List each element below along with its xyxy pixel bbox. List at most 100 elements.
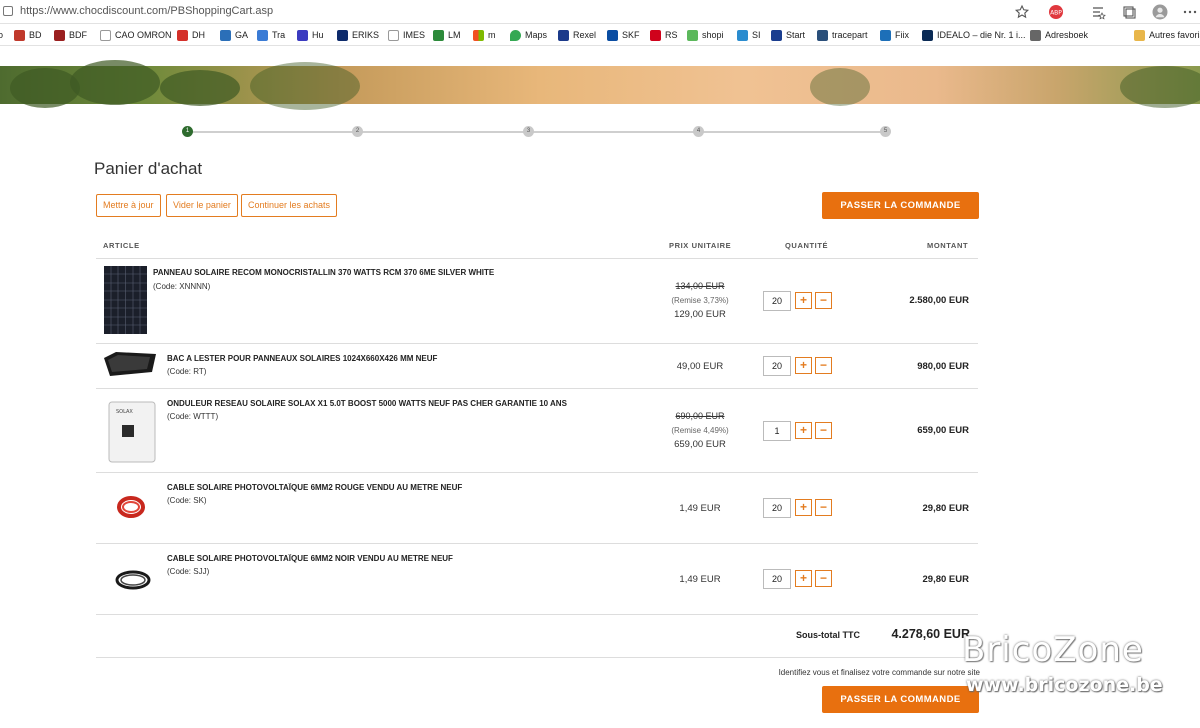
header-amount: MONTANT	[927, 241, 969, 250]
collections-icon[interactable]	[1121, 4, 1137, 20]
ballast-tray-image[interactable]	[102, 350, 158, 378]
black-cable-image[interactable]	[114, 568, 152, 592]
favorite-star-icon[interactable]	[1014, 4, 1030, 20]
bookmark-item[interactable]: LM	[433, 28, 461, 42]
decrease-quantity-button[interactable]: −	[815, 357, 832, 374]
discount-label: (Remise 3,73%)	[671, 296, 729, 305]
product-code: (Code: RT)	[167, 367, 207, 376]
page-icon	[388, 29, 399, 41]
bookmark-item[interactable]: Tra	[257, 28, 285, 42]
lock-icon	[3, 6, 13, 16]
bookmark-item[interactable]: BD	[14, 28, 42, 42]
quantity-input[interactable]: 20	[763, 498, 791, 518]
svg-text:SOLAX: SOLAX	[116, 409, 133, 415]
shopify-icon	[687, 29, 698, 41]
favicon-icon	[54, 29, 65, 41]
bookmark-item[interactable]: SI	[737, 28, 761, 42]
product-name[interactable]: PANNEAU SOLAIRE RECOM MONOCRISTALLIN 370…	[153, 268, 494, 277]
product-code: (Code: SK)	[167, 496, 207, 505]
bookmark-item[interactable]: DH	[177, 28, 205, 42]
decrease-quantity-button[interactable]: −	[815, 422, 832, 439]
favicon-icon	[880, 29, 891, 41]
decrease-quantity-button[interactable]: −	[815, 292, 832, 309]
more-menu-icon[interactable]	[1182, 4, 1198, 20]
watermark-logo: BricoZone	[962, 630, 1144, 670]
product-name[interactable]: CABLE SOLAIRE PHOTOVOLTAÏQUE 6MM2 NOIR V…	[167, 554, 453, 563]
bookmark-item[interactable]: SKF	[607, 28, 640, 42]
header-article: ARTICLE	[103, 241, 140, 250]
bookmark-item[interactable]: CAO OMRON	[100, 28, 172, 42]
line-amount: 2.580,00 EUR	[909, 295, 969, 306]
bookmark-item[interactable]: tracepart	[817, 28, 868, 42]
increase-quantity-button[interactable]: +	[795, 422, 812, 439]
bookmark-item[interactable]: m	[473, 28, 496, 42]
empty-cart-button[interactable]: Vider le panier	[166, 194, 238, 217]
other-favorites[interactable]: Autres favoris	[1134, 28, 1200, 42]
bookmark-item[interactable]: RS	[650, 28, 678, 42]
increase-quantity-button[interactable]: +	[795, 357, 812, 374]
update-cart-button[interactable]: Mettre à jour	[96, 194, 161, 217]
decrease-quantity-button[interactable]: −	[815, 499, 832, 516]
unit-price: 129,00 EUR	[674, 309, 726, 320]
product-name[interactable]: CABLE SOLAIRE PHOTOVOLTAÏQUE 6MM2 ROUGE …	[167, 483, 462, 492]
header-unit-price: PRIX UNITAIRE	[669, 241, 732, 250]
divider	[96, 543, 978, 544]
red-cable-image[interactable]	[116, 494, 146, 520]
quantity-input[interactable]: 20	[763, 569, 791, 589]
line-amount: 29,80 EUR	[922, 503, 969, 514]
favicon-icon	[177, 29, 188, 41]
bookmark-item[interactable]: Adresboek	[1030, 28, 1088, 42]
checkout-button[interactable]: PASSER LA COMMANDE	[822, 192, 979, 219]
adblock-icon[interactable]: ABP	[1048, 4, 1064, 20]
continue-shopping-button[interactable]: Continuer les achats	[241, 194, 338, 217]
bookmark-item[interactable]: Hu	[297, 28, 324, 42]
identify-notice: Identifiez vous et finalisez votre comma…	[778, 668, 980, 677]
favorites-icon[interactable]	[1090, 4, 1106, 20]
quantity-input[interactable]: 1	[763, 421, 791, 441]
product-code: (Code: WTTT)	[167, 412, 219, 421]
bookmark-item[interactable]: Rexel	[558, 28, 596, 42]
bookmark-item[interactable]: IMES	[388, 28, 425, 42]
svg-text:ABP: ABP	[1050, 10, 1062, 17]
old-price: 690,00 EUR	[675, 411, 725, 421]
favicon-icon	[220, 29, 231, 41]
bookmark-item[interactable]: GA	[220, 28, 248, 42]
inverter-image[interactable]: SOLAX	[108, 401, 156, 463]
old-price: 134,00 EUR	[675, 281, 725, 291]
bookmark-item[interactable]: Maps	[510, 28, 547, 42]
increase-quantity-button[interactable]: +	[795, 292, 812, 309]
solar-panel-image[interactable]	[104, 266, 147, 334]
increase-quantity-button[interactable]: +	[795, 499, 812, 516]
maps-pin-icon	[510, 29, 521, 41]
quantity-input[interactable]: 20	[763, 291, 791, 311]
checkout-progress-line	[187, 131, 887, 133]
page-icon	[100, 29, 111, 41]
quantity-input[interactable]: 20	[763, 356, 791, 376]
unit-price: 1,49 EUR	[679, 503, 721, 514]
bookmark-item[interactable]: shopi	[687, 28, 724, 42]
bookmark-item[interactable]: Start	[771, 28, 805, 42]
subtotal-value: 4.278,60 EUR	[891, 627, 970, 641]
divider	[96, 343, 978, 344]
address-bar[interactable]: https://www.chocdiscount.com/PBShoppingC…	[0, 0, 1200, 24]
page-title: Panier d'achat	[94, 159, 203, 178]
decrease-quantity-button[interactable]: −	[815, 570, 832, 587]
profile-avatar-icon[interactable]	[1152, 4, 1168, 20]
url-text[interactable]: https://www.chocdiscount.com/PBShoppingC…	[20, 5, 273, 17]
bookmark-item[interactable]: Fiix	[880, 28, 909, 42]
favicon-icon	[650, 29, 661, 41]
increase-quantity-button[interactable]: +	[795, 570, 812, 587]
bookmark-item[interactable]: ERIKS	[337, 28, 379, 42]
watermark-url: www.bricozone.be	[966, 674, 1163, 696]
bookmark-partial[interactable]: o	[0, 28, 3, 42]
product-name[interactable]: BAC A LESTER POUR PANNEAUX SOLAIRES 1024…	[167, 354, 437, 363]
product-name[interactable]: ONDULEUR RESEAU SOLAIRE SOLAX X1 5.0T BO…	[167, 399, 567, 408]
bookmark-item[interactable]: IDEALO – die Nr. 1 i...	[922, 28, 1026, 42]
checkout-button-bottom[interactable]: PASSER LA COMMANDE	[822, 686, 979, 713]
favicon-icon	[1030, 29, 1041, 41]
unit-price: 1,49 EUR	[679, 574, 721, 585]
favicon-icon	[558, 29, 569, 41]
favicon-icon	[297, 29, 308, 41]
line-amount: 980,00 EUR	[917, 361, 969, 372]
bookmark-item[interactable]: BDF	[54, 28, 87, 42]
